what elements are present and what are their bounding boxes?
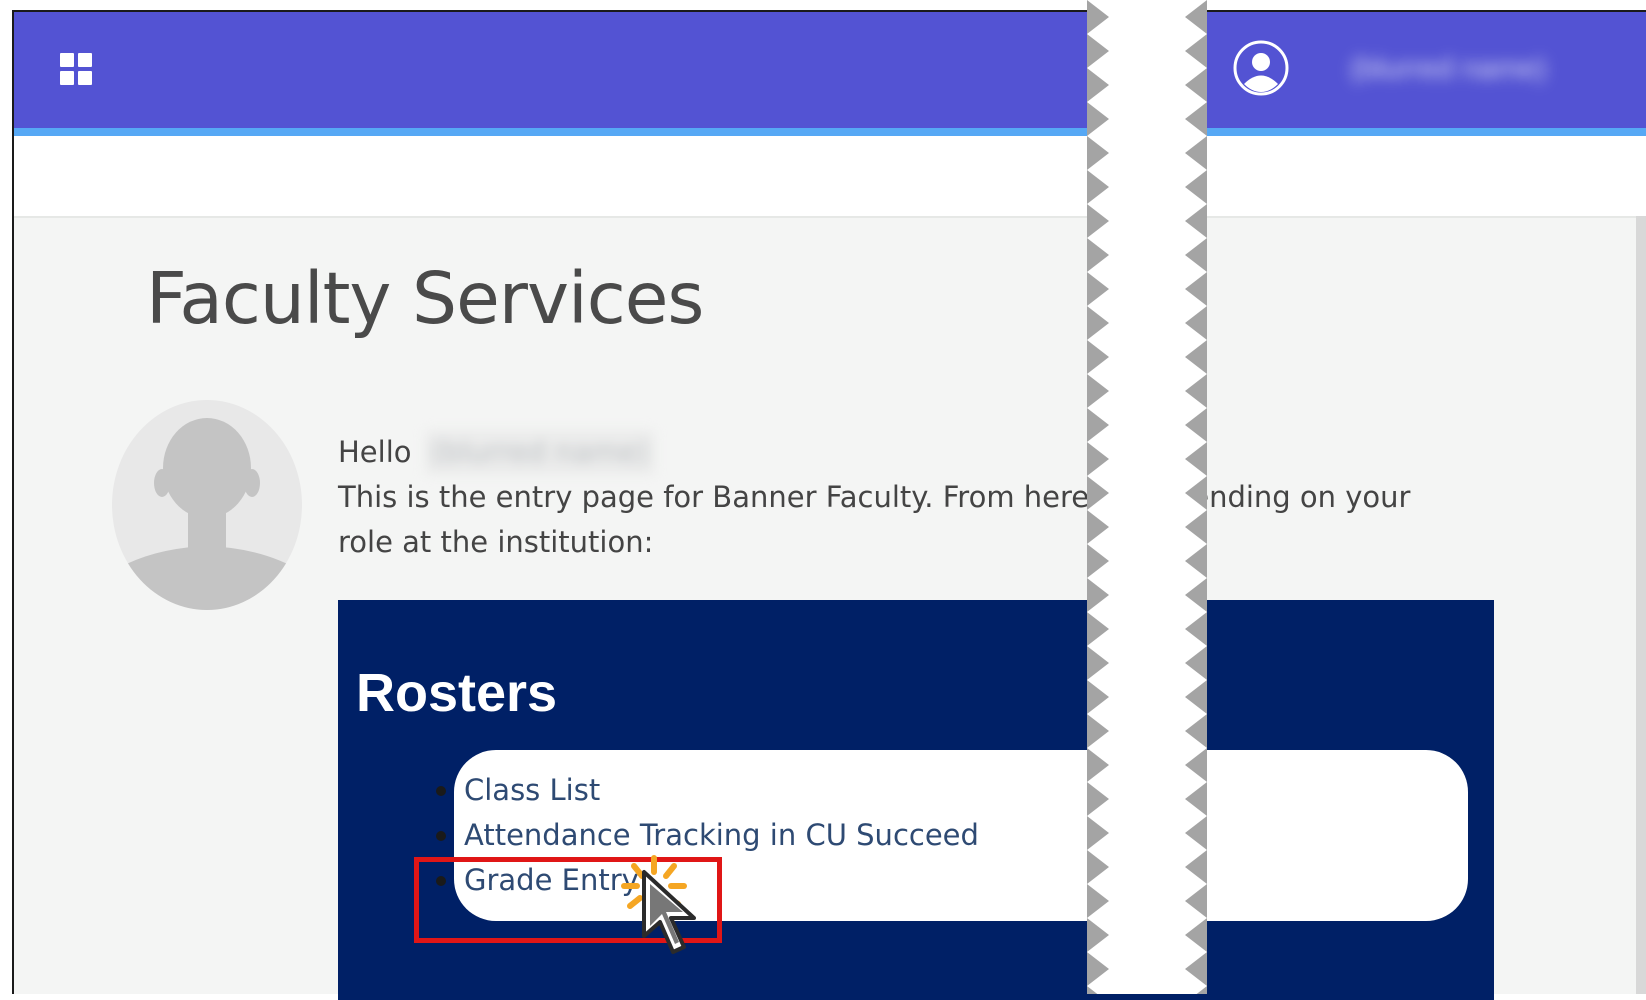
intro-text: This is the entry page for Banner Facult… xyxy=(338,480,1411,559)
bullet-icon xyxy=(436,786,446,796)
user-name[interactable]: (blurred name) xyxy=(1350,52,1547,86)
person-silhouette-icon xyxy=(112,400,302,610)
scrollbar[interactable] xyxy=(1636,216,1646,994)
top-navigation-bar: (blurred name) xyxy=(14,12,1646,128)
greeting-text: Hello xyxy=(338,435,412,469)
class-list-link[interactable]: Class List xyxy=(450,773,600,807)
rosters-title: Rosters xyxy=(356,663,558,723)
tear-edge-right xyxy=(1185,0,1207,994)
topbar-accent-strip xyxy=(14,128,1646,136)
list-item: Class List xyxy=(436,768,979,813)
grid-icon[interactable] xyxy=(60,53,92,85)
greeting-name: (blurred name) xyxy=(424,430,655,475)
attendance-tracking-link[interactable]: Attendance Tracking in CU Succeed xyxy=(450,818,979,852)
greeting-line: Hello (blurred name) xyxy=(338,430,1438,475)
tear-edge xyxy=(1087,0,1207,994)
page-title: Faculty Services xyxy=(146,257,704,340)
breadcrumb-bar xyxy=(14,136,1646,218)
pointer-arrow-icon xyxy=(642,870,696,954)
list-item: Attendance Tracking in CU Succeed xyxy=(436,813,979,858)
user-circle-icon[interactable] xyxy=(1232,39,1290,97)
tear-edge-left xyxy=(1087,0,1109,994)
intro-section: Hello (blurred name) This is the entry p… xyxy=(338,430,1438,565)
bullet-icon xyxy=(436,831,446,841)
torn-page-gap xyxy=(1087,0,1207,994)
